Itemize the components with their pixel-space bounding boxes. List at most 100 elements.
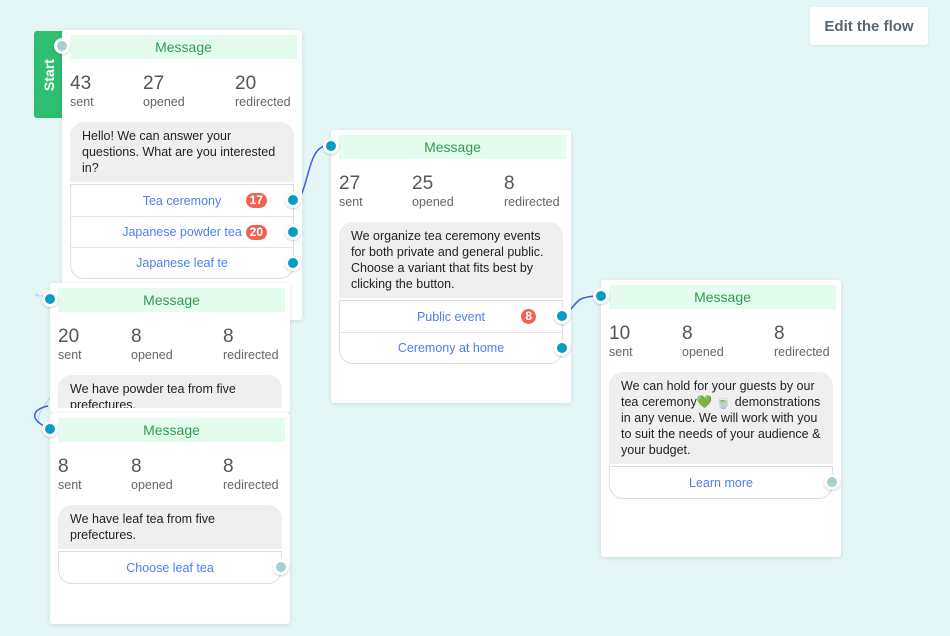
stat-label: sent <box>70 95 94 109</box>
reply-button[interactable]: Ceremony at home <box>340 332 570 363</box>
click-count-badge: 20 <box>245 225 267 240</box>
stat-redirected: 8 redirected <box>223 326 279 364</box>
message-card-welcome[interactable]: Message 43 sent 27 opened 20 redirected Hello! … <box>54 30 302 320</box>
output-connector-dot[interactable] <box>285 255 301 271</box>
stat-value: 27 <box>339 173 361 194</box>
stat-label: opened <box>412 195 454 209</box>
stat-redirected: 8 redirected <box>774 323 830 361</box>
edit-flow-button[interactable]: Edit the flow <box>810 7 928 45</box>
start-label: Start <box>41 58 57 91</box>
message-bubble: We have leaf tea from five prefectures. <box>58 505 282 549</box>
stat-sent: 43 sent <box>70 73 143 111</box>
input-connector-dot[interactable] <box>42 421 58 437</box>
stat-label: opened <box>131 348 173 362</box>
stat-redirected: 8 redirected <box>223 456 279 494</box>
card-header: Message <box>58 418 285 442</box>
stat-label: redirected <box>223 478 279 492</box>
reply-button[interactable]: Public event 8 <box>340 301 570 332</box>
reply-button-label: Japanese leaf te <box>136 256 228 270</box>
stat-value: 8 <box>223 456 234 477</box>
reply-button-label: Choose leaf tea <box>126 560 214 575</box>
output-connector-dot[interactable] <box>824 474 840 490</box>
message-card-powder-tea[interactable]: Message 20 sent 8 opened 8 redirected We have p… <box>42 283 290 413</box>
stat-sent: 8 sent <box>58 456 131 494</box>
reply-button-label: Tea ceremony <box>142 193 222 208</box>
click-count-badge: 8 <box>521 309 536 324</box>
stat-label: redirected <box>504 195 560 209</box>
reply-button-label: Learn more <box>689 475 753 490</box>
output-connector-dot[interactable] <box>273 559 289 575</box>
stat-value: 27 <box>143 73 165 94</box>
message-bubble: We have powder tea from five prefectures… <box>58 375 282 408</box>
stat-label: redirected <box>223 348 279 362</box>
stat-value: 8 <box>774 323 785 344</box>
reply-button-label: Ceremony at home <box>397 341 505 355</box>
button-list: Learn more <box>609 466 840 499</box>
reply-button-label: Japanese powder tea <box>122 225 242 239</box>
button-list: Choose leaf tea <box>58 551 289 584</box>
reply-button-label: Public event <box>416 309 486 324</box>
stat-sent: 10 sent <box>609 323 682 361</box>
card-header: Message <box>339 135 566 159</box>
stat-opened: 25 opened <box>412 173 504 211</box>
stat-value: 8 <box>223 326 234 347</box>
input-connector-dot[interactable] <box>323 138 339 154</box>
stat-label: redirected <box>235 95 291 109</box>
stat-opened: 8 opened <box>131 456 223 494</box>
stat-sent: 27 sent <box>339 173 412 211</box>
reply-button[interactable]: Tea ceremony 17 <box>71 185 301 216</box>
stats-row: 27 sent 25 opened 8 redirected <box>331 159 571 211</box>
stat-opened: 8 opened <box>131 326 223 364</box>
reply-button[interactable]: Choose leaf tea <box>59 552 289 583</box>
stat-redirected: 20 redirected <box>235 73 291 111</box>
stat-redirected: 8 redirected <box>504 173 560 211</box>
stat-label: opened <box>682 345 724 359</box>
button-list: Tea ceremony 17 Japanese powder tea 20 Japan… <box>70 184 301 279</box>
stat-label: redirected <box>774 345 830 359</box>
stat-value: 8 <box>682 323 693 344</box>
card-header: Message <box>609 285 836 309</box>
stat-value: 20 <box>58 326 80 347</box>
stats-row: 20 sent 8 opened 8 redirected <box>50 312 290 364</box>
stat-sent: 20 sent <box>58 326 131 364</box>
stats-row: 10 sent 8 opened 8 redirected <box>601 309 841 361</box>
stat-value: 8 <box>504 173 515 194</box>
stats-row: 8 sent 8 opened 8 redirected <box>50 442 290 494</box>
message-bubble: We organize tea ceremony events for both… <box>339 222 563 298</box>
stats-row: 43 sent 27 opened 20 redirected <box>62 59 302 111</box>
stat-value: 8 <box>58 456 69 477</box>
stat-label: sent <box>339 195 363 209</box>
stat-opened: 8 opened <box>682 323 774 361</box>
input-connector-dot[interactable] <box>42 291 58 307</box>
message-card-venue[interactable]: Message 10 sent 8 opened 8 redirected We can ho… <box>593 280 841 557</box>
stat-label: sent <box>58 348 82 362</box>
stat-value: 8 <box>131 456 142 477</box>
output-connector-dot[interactable] <box>554 308 570 324</box>
stat-value: 25 <box>412 173 434 194</box>
stat-label: opened <box>131 478 173 492</box>
stat-value: 43 <box>70 73 92 94</box>
card-header: Message <box>70 35 297 59</box>
button-list: Public event 8 Ceremony at home <box>339 300 570 364</box>
output-connector-dot[interactable] <box>285 224 301 240</box>
input-connector-dot[interactable] <box>54 38 70 54</box>
card-header: Message <box>58 288 285 312</box>
message-card-tea-ceremony[interactable]: Message 27 sent 25 opened 8 redirected We organ… <box>323 130 571 403</box>
stat-value: 8 <box>131 326 142 347</box>
stat-label: opened <box>143 95 185 109</box>
stat-label: sent <box>609 345 633 359</box>
stat-value: 10 <box>609 323 631 344</box>
reply-button[interactable]: Japanese leaf te <box>71 247 301 278</box>
message-bubble: Hello! We can answer your questions. Wha… <box>70 122 294 182</box>
output-connector-dot[interactable] <box>554 340 570 356</box>
reply-button[interactable]: Japanese powder tea 20 <box>71 216 301 247</box>
stat-opened: 27 opened <box>143 73 235 111</box>
stat-value: 20 <box>235 73 257 94</box>
message-card-leaf-tea[interactable]: Message 8 sent 8 opened 8 redirected We have le… <box>42 413 290 624</box>
reply-button[interactable]: Learn more <box>610 467 840 498</box>
message-bubble: We can hold for your guests by our tea c… <box>609 372 833 464</box>
stat-label: sent <box>58 478 82 492</box>
input-connector-dot[interactable] <box>593 288 609 304</box>
click-count-badge: 17 <box>245 193 267 208</box>
output-connector-dot[interactable] <box>285 192 301 208</box>
